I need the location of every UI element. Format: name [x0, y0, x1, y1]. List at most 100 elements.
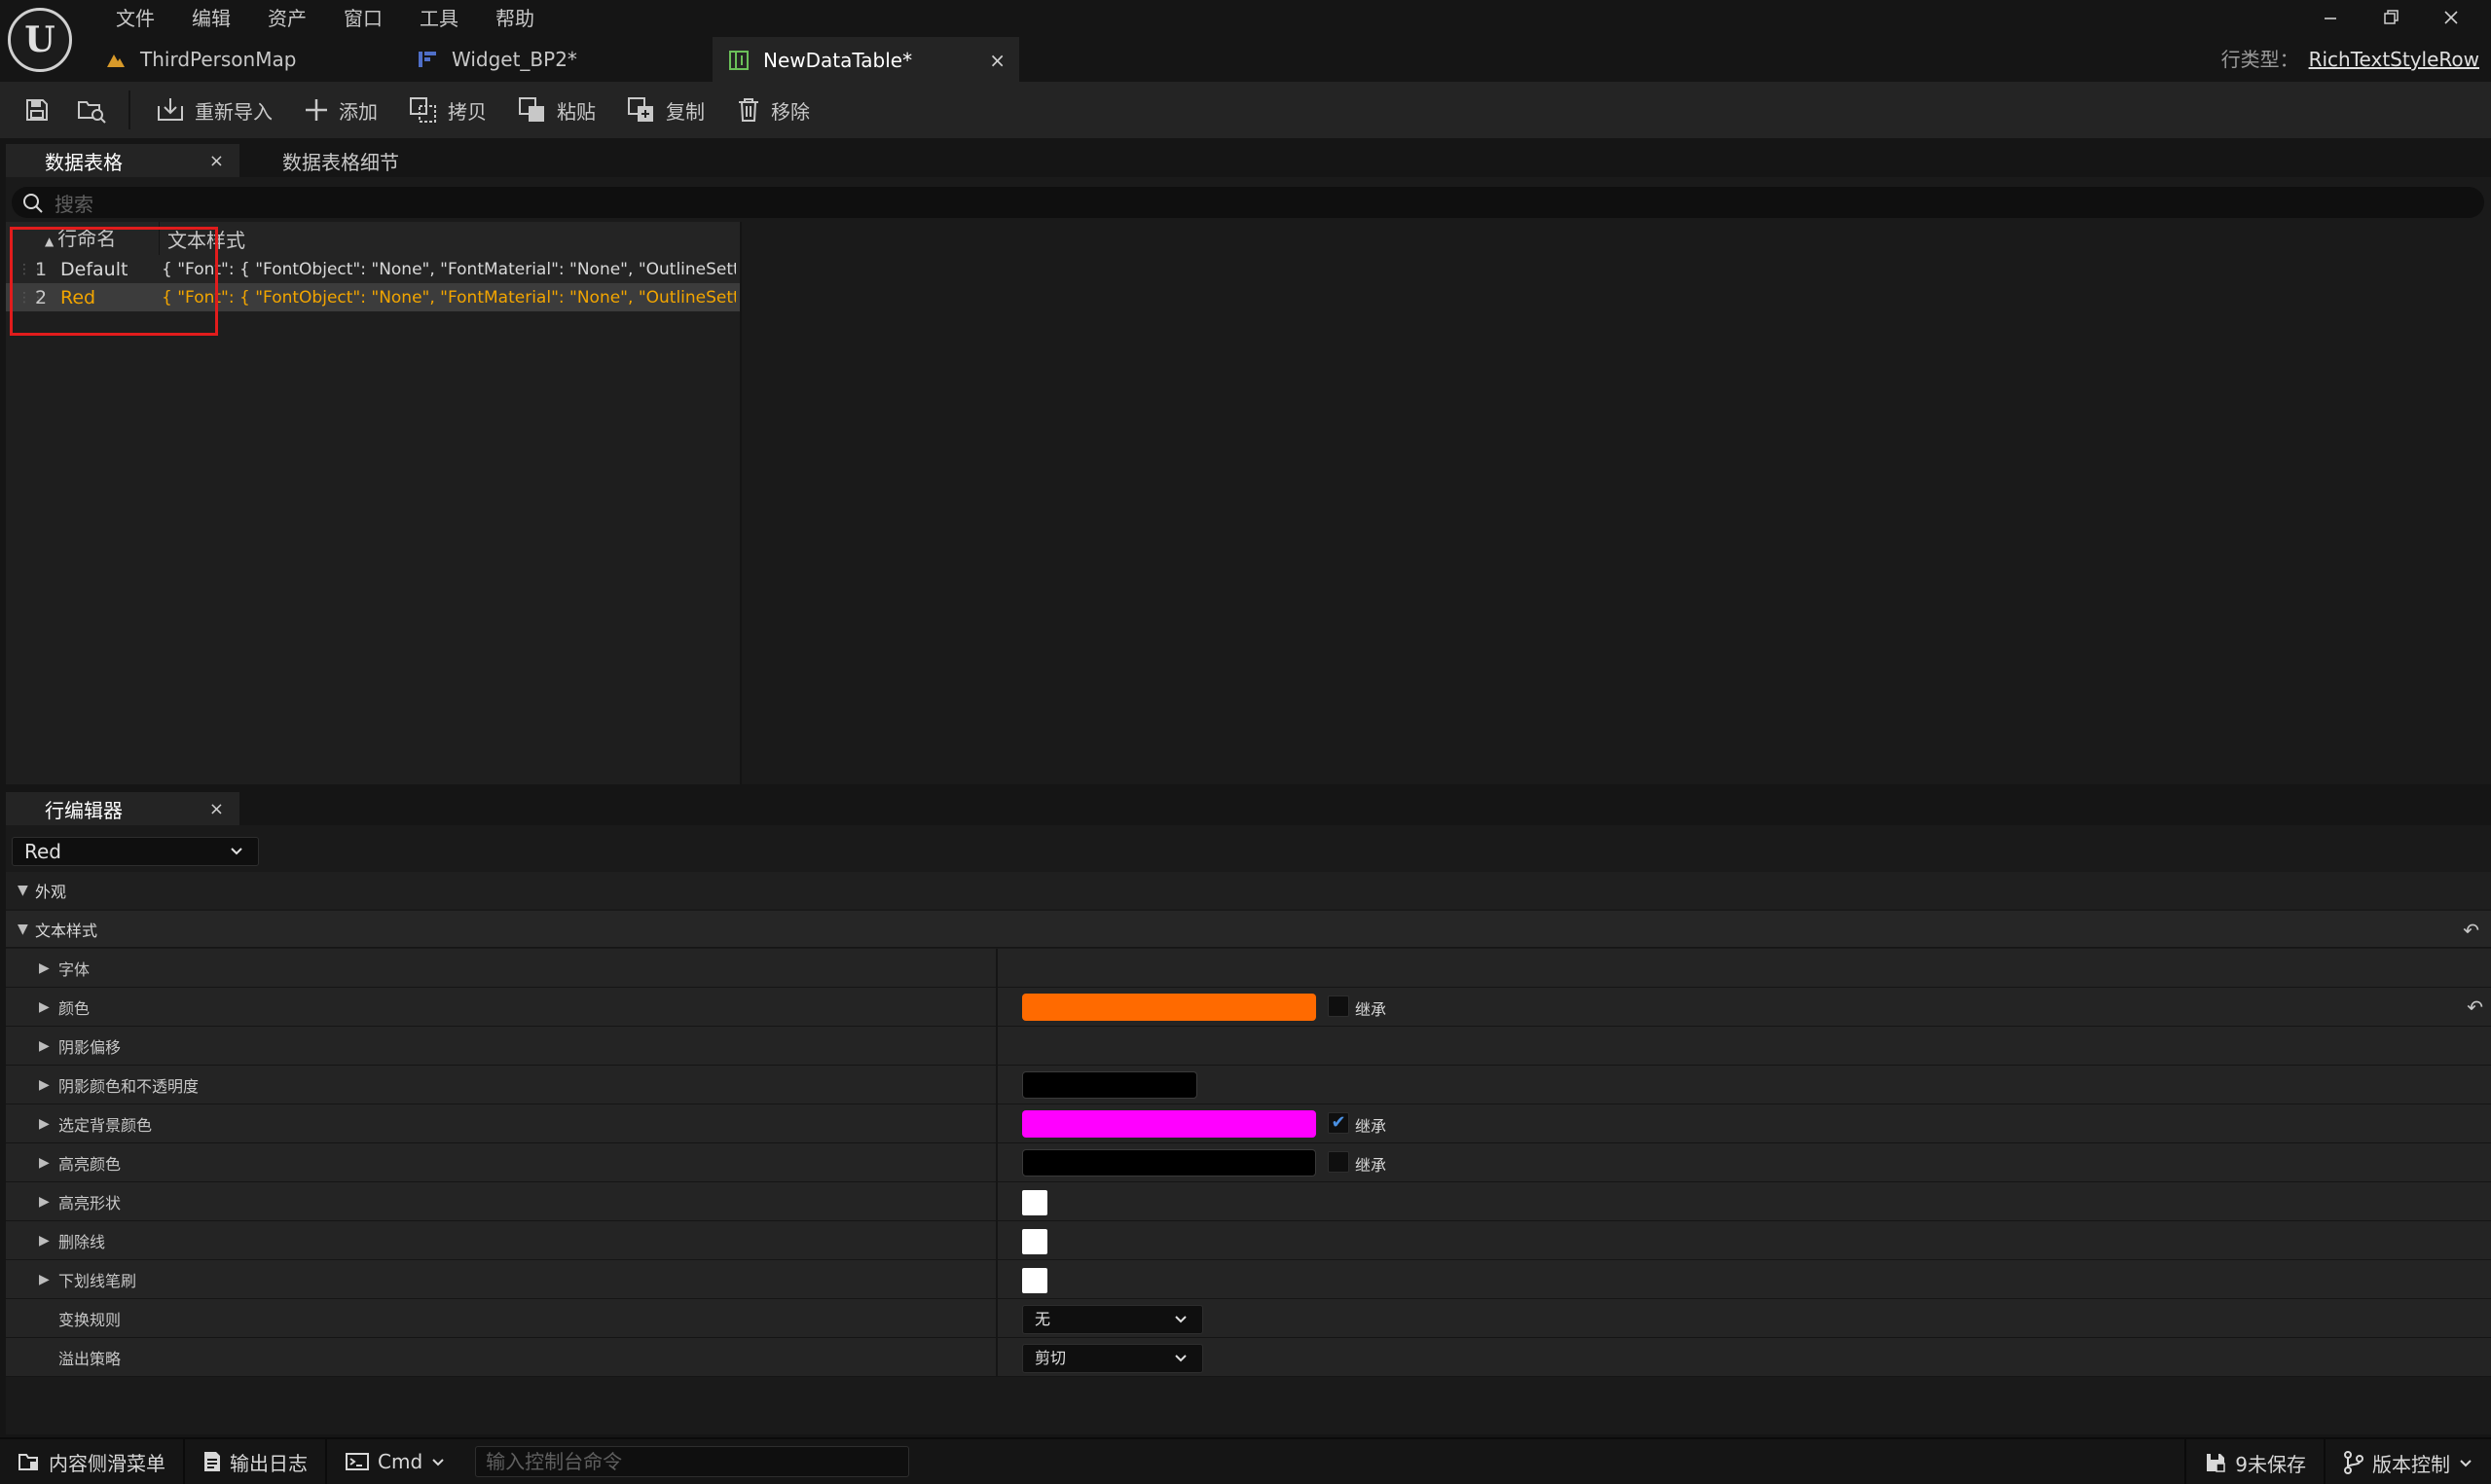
- data-table-panel-tabs: 数据表格 × 数据表格细节: [6, 144, 2491, 177]
- overflow-policy-dropdown[interactable]: 剪切: [1022, 1343, 1203, 1373]
- save-icon[interactable]: [10, 82, 64, 138]
- transform-policy-dropdown[interactable]: 无: [1022, 1304, 1203, 1334]
- chevron-down-icon: [2460, 1460, 2472, 1467]
- property-label: 高亮形状: [58, 1193, 122, 1213]
- console-icon: [346, 1453, 369, 1470]
- brush-preview[interactable]: [1022, 1228, 1047, 1254]
- collapsed-arrow-icon[interactable]: ▶: [6, 1155, 50, 1171]
- unsaved-button[interactable]: 9未保存: [2184, 1439, 2326, 1484]
- reimport-icon: [158, 98, 183, 121]
- row-value: { "Font": { "FontObject": "None", "FontM…: [162, 259, 736, 279]
- cmd-selector[interactable]: Cmd: [327, 1438, 463, 1484]
- paste-button[interactable]: 粘贴: [502, 82, 611, 138]
- search-icon: [23, 194, 43, 213]
- category-appearance[interactable]: ▼ 外观: [6, 872, 2491, 909]
- row-type-link[interactable]: RichTextStyleRow: [2309, 48, 2479, 71]
- color-swatch[interactable]: [1022, 1070, 1197, 1099]
- menu-asset[interactable]: 资产: [249, 4, 325, 33]
- window-controls: [2300, 0, 2481, 35]
- duplicate-label: 复制: [666, 99, 705, 124]
- property-label: 阴影偏移: [58, 1037, 122, 1057]
- restore-icon[interactable]: [2361, 0, 2421, 35]
- property-shadow-offset[interactable]: ▶ 阴影偏移: [6, 1026, 2491, 1066]
- tab-label: 行编辑器: [45, 798, 123, 822]
- property-highlight-shape[interactable]: ▶ 高亮形状: [6, 1181, 2491, 1221]
- source-control-button[interactable]: 版本控制: [2326, 1439, 2491, 1484]
- content-drawer-label: 内容侧滑菜单: [49, 1451, 165, 1475]
- chevron-down-icon: [1173, 1306, 1189, 1342]
- duplicate-button[interactable]: 复制: [611, 82, 720, 138]
- collapsed-arrow-icon[interactable]: ▶: [6, 1233, 50, 1249]
- tab-label: 数据表格细节: [282, 150, 399, 174]
- tab-data-table[interactable]: 数据表格 ×: [6, 144, 239, 177]
- console-command-input[interactable]: 输入控制台命令: [475, 1446, 910, 1477]
- tab-data-table-details[interactable]: 数据表格细节: [239, 144, 438, 177]
- browse-to-asset-icon[interactable]: [64, 82, 119, 138]
- close-icon[interactable]: ×: [209, 799, 224, 819]
- color-swatch[interactable]: [1022, 993, 1316, 1021]
- collapsed-arrow-icon[interactable]: ▶: [6, 1194, 50, 1210]
- copy-button[interactable]: 拷贝: [393, 82, 502, 138]
- property-label: 溢出策略: [58, 1349, 122, 1368]
- reset-to-default-icon[interactable]: ↶: [2463, 919, 2479, 942]
- property-selected-background-color[interactable]: ▶ 选定背景颜色 ✔ 继承: [6, 1104, 2491, 1143]
- reimport-button[interactable]: 重新导入: [140, 82, 288, 138]
- close-window-icon[interactable]: [2421, 0, 2481, 35]
- reset-to-default-icon[interactable]: ↶: [2467, 995, 2483, 1019]
- widget-blueprint-icon: [417, 49, 438, 70]
- minimize-icon[interactable]: [2300, 0, 2361, 35]
- property-underline-brush[interactable]: ▶ 下划线笔刷: [6, 1259, 2491, 1299]
- row-selector-dropdown[interactable]: Red: [12, 837, 259, 866]
- menu-tools[interactable]: 工具: [401, 4, 477, 33]
- search-input[interactable]: 搜索: [12, 187, 2484, 218]
- title-bar: U 文件 编辑 资产 窗口 工具 帮助 ThirdPersonMap Widge…: [0, 0, 2491, 82]
- category-text-style[interactable]: ▼ 文本样式 ↶: [6, 911, 2491, 948]
- menu-edit[interactable]: 编辑: [173, 4, 249, 33]
- collapsed-arrow-icon[interactable]: ▶: [6, 1077, 50, 1093]
- collapsed-arrow-icon[interactable]: ▶: [6, 960, 50, 976]
- expanded-arrow-icon: ▼: [18, 921, 28, 937]
- unreal-logo-icon[interactable]: U: [8, 8, 72, 72]
- collapsed-arrow-icon[interactable]: ▶: [6, 1038, 50, 1054]
- inherit-checkbox[interactable]: ✔: [1328, 1111, 1349, 1134]
- color-swatch[interactable]: [1022, 1148, 1316, 1176]
- source-control-icon: [2344, 1451, 2363, 1474]
- inherit-label: 继承: [1355, 1116, 1387, 1136]
- doc-tab-thirdpersonmap[interactable]: ThirdPersonMap: [90, 37, 401, 82]
- row-type-indicator: 行类型： RichTextStyleRow: [2221, 43, 2479, 76]
- close-icon[interactable]: ×: [209, 151, 224, 171]
- row-type-label: 行类型：: [2220, 48, 2299, 71]
- collapsed-arrow-icon[interactable]: ▶: [6, 999, 50, 1015]
- property-font[interactable]: ▶ 字体: [6, 948, 2491, 988]
- tab-row-editor[interactable]: 行编辑器 ×: [6, 792, 239, 825]
- level-icon: [105, 49, 127, 70]
- menu-help[interactable]: 帮助: [477, 4, 553, 33]
- doc-tab-widget-bp2[interactable]: Widget_BP2*: [401, 37, 713, 82]
- paste-label: 粘贴: [557, 99, 596, 124]
- doc-tab-label: NewDataTable*: [763, 49, 913, 72]
- property-strikethrough[interactable]: ▶ 删除线: [6, 1220, 2491, 1260]
- chevron-down-icon: [1173, 1345, 1189, 1381]
- remove-button[interactable]: 移除: [720, 82, 825, 138]
- menu-file[interactable]: 文件: [97, 4, 173, 33]
- copy-icon: [410, 97, 436, 123]
- collapsed-arrow-icon[interactable]: ▶: [6, 1272, 50, 1287]
- inherit-checkbox[interactable]: [1328, 1150, 1349, 1173]
- close-icon[interactable]: ×: [989, 49, 1006, 72]
- collapsed-arrow-icon[interactable]: ▶: [6, 1116, 50, 1132]
- brush-preview[interactable]: [1022, 1189, 1047, 1215]
- output-log-label: 输出日志: [230, 1451, 308, 1475]
- content-drawer-button[interactable]: 内容侧滑菜单: [0, 1438, 185, 1484]
- output-log-button[interactable]: 输出日志: [185, 1438, 327, 1484]
- menu-window[interactable]: 窗口: [325, 4, 401, 33]
- doc-tab-newdatatable[interactable]: NewDataTable* ×: [713, 37, 1019, 82]
- brush-preview[interactable]: [1022, 1267, 1047, 1293]
- property-color[interactable]: ▶ 颜色 继承 ↶: [6, 987, 2491, 1027]
- color-swatch[interactable]: [1022, 1109, 1316, 1138]
- add-button[interactable]: 添加: [288, 82, 393, 138]
- remove-label: 移除: [771, 99, 810, 124]
- cmd-label: Cmd: [378, 1450, 423, 1473]
- property-shadow-color[interactable]: ▶ 阴影颜色和不透明度: [6, 1065, 2491, 1104]
- inherit-checkbox[interactable]: [1328, 995, 1349, 1017]
- property-highlight-color[interactable]: ▶ 高亮颜色 继承: [6, 1142, 2491, 1182]
